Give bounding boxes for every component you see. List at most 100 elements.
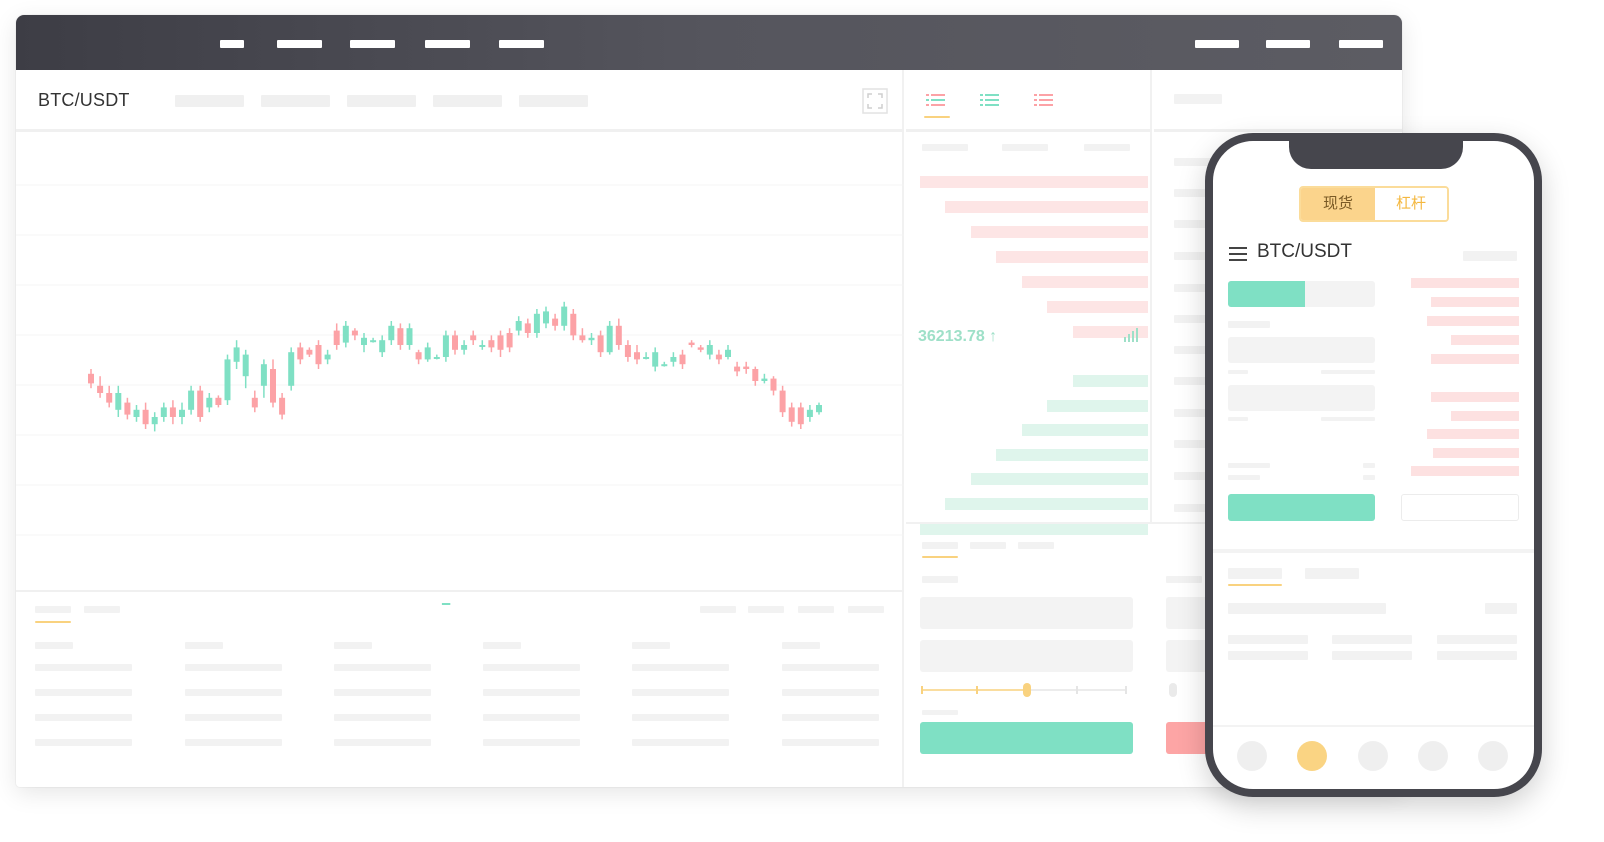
phone-buy-button[interactable] bbox=[1228, 494, 1375, 521]
tabbar-item-1[interactable] bbox=[1297, 741, 1327, 771]
candle-body bbox=[333, 330, 340, 345]
nav-item[interactable] bbox=[499, 40, 544, 48]
nav-item-right[interactable] bbox=[1339, 40, 1383, 48]
table-header-cell bbox=[35, 642, 73, 649]
tabbar-item-0[interactable] bbox=[1237, 741, 1267, 771]
table-cell bbox=[782, 714, 879, 721]
candle-body bbox=[433, 357, 440, 359]
timeframe-tab[interactable] bbox=[519, 95, 588, 107]
candle-body bbox=[788, 407, 795, 422]
candle-body bbox=[260, 364, 267, 386]
phone-ask-bar bbox=[1431, 297, 1519, 307]
ask-depth-bar bbox=[996, 251, 1148, 263]
phone-ask-bar bbox=[1431, 354, 1519, 364]
table-cell bbox=[35, 689, 132, 696]
candle-body bbox=[206, 397, 213, 408]
table-cell bbox=[185, 664, 282, 671]
buy-button[interactable] bbox=[920, 722, 1133, 754]
fullscreen-icon[interactable] bbox=[862, 88, 888, 114]
order-type-tab[interactable] bbox=[1018, 542, 1054, 549]
phone-price-input[interactable] bbox=[1228, 337, 1375, 363]
ask-depth-bar bbox=[945, 201, 1148, 213]
candle-body bbox=[197, 390, 204, 417]
candle-body bbox=[388, 325, 395, 341]
tabbar-item-4[interactable] bbox=[1478, 741, 1508, 771]
table-cell bbox=[632, 689, 729, 696]
order-book-asks-icon[interactable] bbox=[1034, 92, 1056, 108]
price-input[interactable] bbox=[920, 597, 1133, 629]
phone-ask-bar bbox=[1411, 278, 1519, 288]
candlestick-chart[interactable] bbox=[16, 135, 904, 605]
phone-amount-input[interactable] bbox=[1228, 385, 1375, 411]
nav-item[interactable] bbox=[425, 40, 470, 48]
segment-spot[interactable]: 现货 bbox=[1301, 188, 1375, 220]
phone-label bbox=[1363, 463, 1375, 468]
candle-body bbox=[361, 337, 367, 345]
balance-label bbox=[1166, 576, 1202, 583]
recent-trades-header bbox=[1154, 70, 1402, 132]
phone-label bbox=[1228, 321, 1270, 328]
candle-body bbox=[306, 349, 313, 355]
filter-item[interactable] bbox=[748, 606, 784, 613]
phone-order-row bbox=[1228, 603, 1386, 614]
order-type-tab[interactable] bbox=[970, 542, 1006, 549]
candle-body bbox=[442, 335, 449, 357]
table-cell bbox=[185, 689, 282, 696]
menu-icon[interactable] bbox=[1229, 246, 1247, 262]
nav-item-right[interactable] bbox=[1266, 40, 1310, 48]
timeframe-tab[interactable] bbox=[261, 95, 330, 107]
pair-title[interactable]: BTC/USDT bbox=[38, 90, 130, 111]
phone-divider bbox=[1213, 549, 1534, 553]
trade-mode-toggle[interactable]: 现货 杠杆 bbox=[1299, 186, 1449, 222]
total-label bbox=[922, 710, 958, 715]
order-book-both-icon[interactable] bbox=[926, 92, 948, 108]
phone-orders-tab[interactable] bbox=[1305, 568, 1359, 579]
phone-ask-bar bbox=[1431, 392, 1519, 402]
order-type-tab[interactable] bbox=[922, 542, 958, 549]
phone-orders-tab[interactable] bbox=[1228, 568, 1282, 579]
amount-input[interactable] bbox=[920, 640, 1133, 672]
timeframe-tab[interactable] bbox=[433, 95, 502, 107]
filter-item[interactable] bbox=[798, 606, 834, 613]
nav-item[interactable] bbox=[277, 40, 322, 48]
candle-body bbox=[634, 352, 640, 360]
nav-item[interactable] bbox=[220, 40, 244, 48]
phone-order-cell bbox=[1228, 651, 1308, 660]
candle-body bbox=[706, 345, 713, 355]
orders-tab[interactable] bbox=[84, 606, 120, 613]
candle-body bbox=[224, 359, 231, 401]
candle-body bbox=[452, 335, 458, 350]
candle-body bbox=[661, 364, 668, 367]
phone-label bbox=[1321, 417, 1375, 421]
filter-item[interactable] bbox=[700, 606, 736, 613]
candle-body bbox=[816, 405, 822, 413]
table-cell bbox=[35, 664, 132, 671]
nav-item-right[interactable] bbox=[1195, 40, 1239, 48]
recent-trades-title bbox=[1174, 94, 1222, 104]
tabbar-item-2[interactable] bbox=[1358, 741, 1388, 771]
candle-body bbox=[142, 409, 149, 425]
timeframe-tab[interactable] bbox=[347, 95, 416, 107]
tabbar-item-3[interactable] bbox=[1418, 741, 1448, 771]
phone-buy-tab-active[interactable] bbox=[1228, 281, 1305, 307]
phone-orders-tab-underline bbox=[1228, 584, 1282, 586]
candle-body bbox=[97, 385, 104, 393]
book-column-header bbox=[1084, 144, 1130, 151]
filter-item[interactable] bbox=[848, 606, 884, 613]
candle-body bbox=[415, 352, 422, 360]
candle-body bbox=[461, 345, 468, 350]
table-cell bbox=[185, 739, 282, 746]
candle-body bbox=[597, 335, 604, 353]
segment-margin[interactable]: 杠杆 bbox=[1375, 188, 1447, 220]
candle-body bbox=[351, 330, 358, 336]
amount-slider[interactable] bbox=[920, 682, 1150, 698]
phone-pair-title[interactable]: BTC/USDT bbox=[1257, 241, 1352, 263]
order-book-bids-icon[interactable] bbox=[980, 92, 1002, 108]
phone-secondary-button[interactable] bbox=[1401, 494, 1519, 521]
candle-body bbox=[397, 328, 404, 345]
nav-item[interactable] bbox=[350, 40, 395, 48]
orders-tab[interactable] bbox=[35, 606, 71, 613]
table-cell bbox=[35, 739, 132, 746]
timeframe-tab[interactable] bbox=[175, 95, 244, 107]
table-cell bbox=[782, 664, 879, 671]
